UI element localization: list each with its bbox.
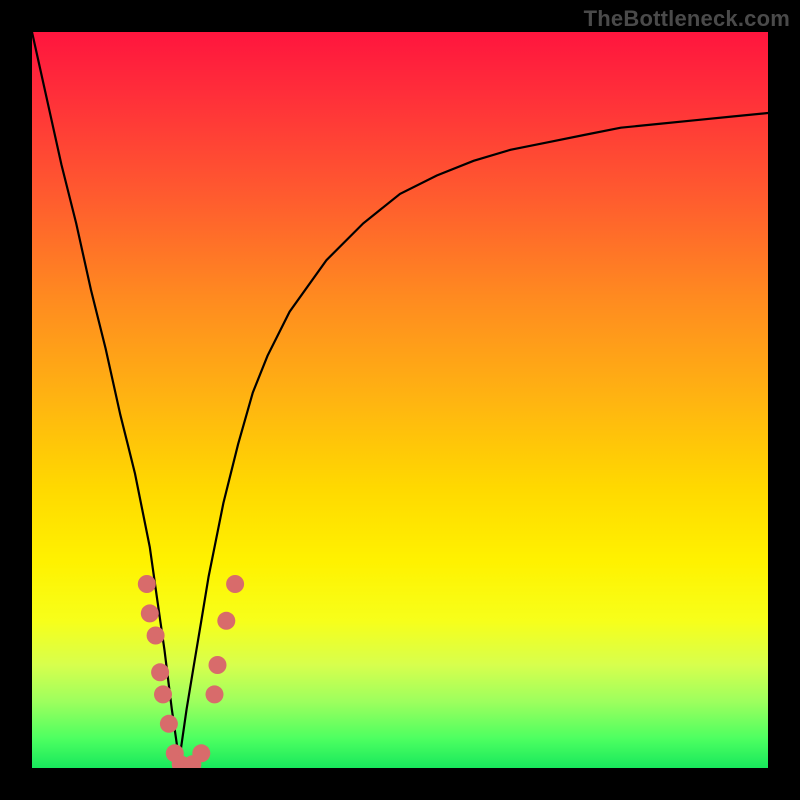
data-marker [206, 685, 224, 703]
data-marker [138, 575, 156, 593]
data-marker [147, 627, 165, 645]
data-marker [154, 685, 172, 703]
bottleneck-curve [32, 32, 768, 761]
data-marker [192, 744, 210, 762]
plot-overlay [32, 32, 768, 768]
data-marker [160, 715, 178, 733]
watermark-text: TheBottleneck.com [584, 6, 790, 32]
chart-frame: TheBottleneck.com [0, 0, 800, 800]
data-markers [138, 575, 244, 768]
plot-area [32, 32, 768, 768]
data-marker [151, 663, 169, 681]
data-marker [217, 612, 235, 630]
data-marker [226, 575, 244, 593]
data-marker [141, 604, 159, 622]
data-marker [209, 656, 227, 674]
